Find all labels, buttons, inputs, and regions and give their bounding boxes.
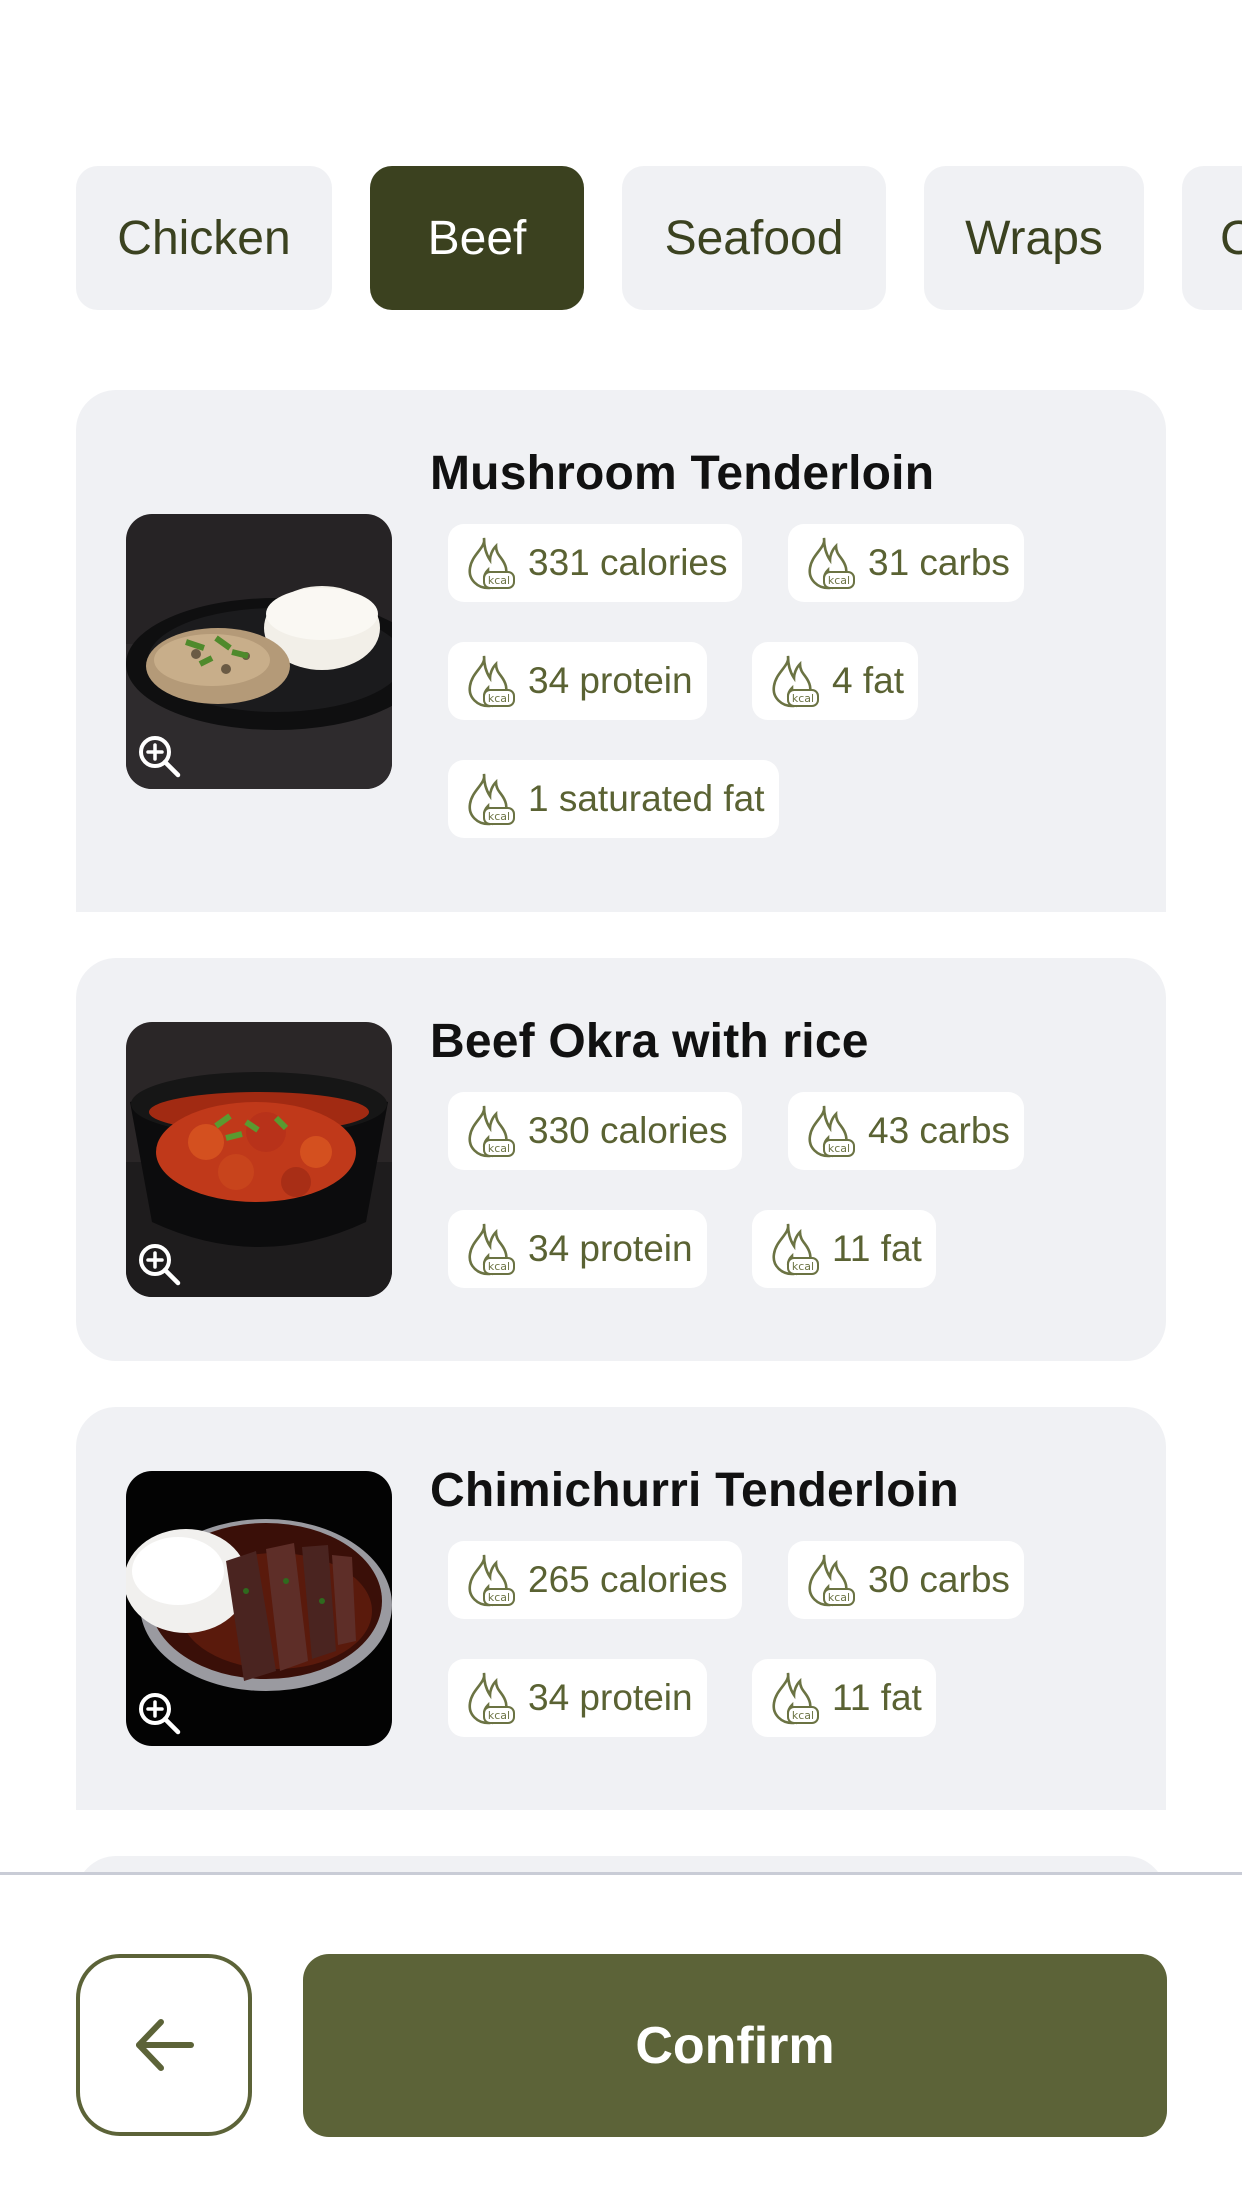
nutrition-chip-carbs: kcal 43 carbs bbox=[788, 1092, 1024, 1170]
chip-value: 11 fat bbox=[832, 1228, 922, 1269]
kcal-flame-icon: kcal bbox=[772, 1223, 819, 1276]
meal-card[interactable]: Mushroom Tenderloin kcal 331 calories kc… bbox=[76, 390, 1166, 912]
chip-value: 4 fat bbox=[832, 660, 904, 701]
tab-wraps[interactable]: Wraps bbox=[924, 166, 1144, 310]
nutrition-chip-calories: kcal 331 calories bbox=[448, 524, 742, 602]
meal-card[interactable]: Beef Okra with rice kcal 330 calories kc… bbox=[76, 958, 1166, 1361]
svg-text:kcal: kcal bbox=[828, 1142, 850, 1155]
svg-text:kcal: kcal bbox=[792, 1709, 814, 1722]
svg-text:kcal: kcal bbox=[488, 810, 510, 823]
nutrition-chip-calories: kcal 330 calories bbox=[448, 1092, 742, 1170]
meal-list[interactable]: Mushroom Tenderloin kcal 331 calories kc… bbox=[0, 390, 1242, 1872]
magnify-plus-icon[interactable] bbox=[134, 1688, 184, 1738]
kcal-flame-icon: kcal bbox=[468, 655, 515, 708]
tab-label: Beef bbox=[427, 211, 527, 265]
meal-image[interactable] bbox=[126, 1022, 392, 1297]
meal-selection-screen: Chicken Beef Seafood Wraps C Mushroom Te… bbox=[0, 0, 1242, 2208]
svg-text:kcal: kcal bbox=[792, 692, 814, 705]
tab-label: Chicken bbox=[117, 211, 291, 265]
nutrition-chip-calories: kcal 265 calories bbox=[448, 1541, 742, 1619]
kcal-flame-icon: kcal bbox=[808, 537, 855, 590]
kcal-flame-icon: kcal bbox=[468, 1223, 515, 1276]
chip-value: 31 carbs bbox=[868, 542, 1010, 583]
nutrition-chip-saturated-fat: kcal 1 saturated fat bbox=[448, 760, 779, 838]
back-button[interactable] bbox=[76, 1954, 252, 2136]
chip-value: 330 calories bbox=[528, 1110, 728, 1151]
arrow-left-icon bbox=[136, 2019, 194, 2071]
kcal-flame-icon: kcal bbox=[468, 537, 515, 590]
nutrition-chip-fat: kcal 11 fat bbox=[752, 1659, 936, 1737]
svg-text:kcal: kcal bbox=[828, 1591, 850, 1604]
svg-text:kcal: kcal bbox=[488, 692, 510, 705]
confirm-button[interactable]: Confirm bbox=[303, 1954, 1167, 2137]
chip-value: 11 fat bbox=[832, 1677, 922, 1718]
meal-image[interactable] bbox=[126, 1471, 392, 1746]
kcal-flame-icon: kcal bbox=[468, 1672, 515, 1725]
tab-label: C bbox=[1220, 211, 1242, 265]
kcal-flame-icon: kcal bbox=[808, 1554, 855, 1607]
nutrition-chip-fat: kcal 11 fat bbox=[752, 1210, 936, 1288]
meal-card-partial[interactable] bbox=[76, 1856, 1166, 1872]
svg-text:kcal: kcal bbox=[488, 1591, 510, 1604]
tab-label: Seafood bbox=[664, 211, 844, 265]
meal-name: Chimichurri Tenderloin bbox=[430, 1464, 959, 1517]
tab-label: Wraps bbox=[965, 211, 1103, 265]
kcal-flame-icon: kcal bbox=[772, 1672, 819, 1725]
chip-value: 34 protein bbox=[528, 1228, 693, 1269]
chip-value: 265 calories bbox=[528, 1559, 728, 1600]
magnify-plus-icon[interactable] bbox=[134, 731, 184, 781]
confirm-label: Confirm bbox=[635, 2016, 835, 2075]
nutrition-chip-protein: kcal 34 protein bbox=[448, 642, 707, 720]
nutrition-chip-carbs: kcal 31 carbs bbox=[788, 524, 1024, 602]
svg-text:kcal: kcal bbox=[792, 1260, 814, 1273]
kcal-flame-icon: kcal bbox=[468, 1105, 515, 1158]
footer-divider bbox=[0, 1872, 1242, 1875]
chip-value: 34 protein bbox=[528, 660, 693, 701]
svg-text:kcal: kcal bbox=[828, 574, 850, 587]
chip-value: 43 carbs bbox=[868, 1110, 1010, 1151]
chip-value: 34 protein bbox=[528, 1677, 693, 1718]
svg-text:kcal: kcal bbox=[488, 574, 510, 587]
meal-image[interactable] bbox=[126, 514, 392, 789]
tab-chicken[interactable]: Chicken bbox=[76, 166, 332, 310]
nutrition-chip-carbs: kcal 30 carbs bbox=[788, 1541, 1024, 1619]
kcal-flame-icon: kcal bbox=[772, 655, 819, 708]
tab-seafood[interactable]: Seafood bbox=[622, 166, 886, 310]
magnify-plus-icon[interactable] bbox=[134, 1239, 184, 1289]
svg-text:kcal: kcal bbox=[488, 1142, 510, 1155]
svg-text:kcal: kcal bbox=[488, 1260, 510, 1273]
kcal-flame-icon: kcal bbox=[468, 773, 515, 826]
tab-partial[interactable]: C bbox=[1182, 166, 1242, 310]
category-tabs: Chicken Beef Seafood Wraps C bbox=[76, 166, 1242, 310]
nutrition-chip-protein: kcal 34 protein bbox=[448, 1210, 707, 1288]
meal-card[interactable]: Chimichurri Tenderloin kcal 265 calories… bbox=[76, 1407, 1166, 1810]
kcal-flame-icon: kcal bbox=[468, 1554, 515, 1607]
nutrition-chip-fat: kcal 4 fat bbox=[752, 642, 918, 720]
chip-value: 1 saturated fat bbox=[528, 778, 765, 819]
meal-name: Mushroom Tenderloin bbox=[430, 447, 935, 500]
nutrition-chip-protein: kcal 34 protein bbox=[448, 1659, 707, 1737]
meal-name: Beef Okra with rice bbox=[430, 1015, 869, 1068]
tab-beef[interactable]: Beef bbox=[370, 166, 584, 310]
svg-text:kcal: kcal bbox=[488, 1709, 510, 1722]
chip-value: 331 calories bbox=[528, 542, 728, 583]
chip-value: 30 carbs bbox=[868, 1559, 1010, 1600]
kcal-flame-icon: kcal bbox=[808, 1105, 855, 1158]
